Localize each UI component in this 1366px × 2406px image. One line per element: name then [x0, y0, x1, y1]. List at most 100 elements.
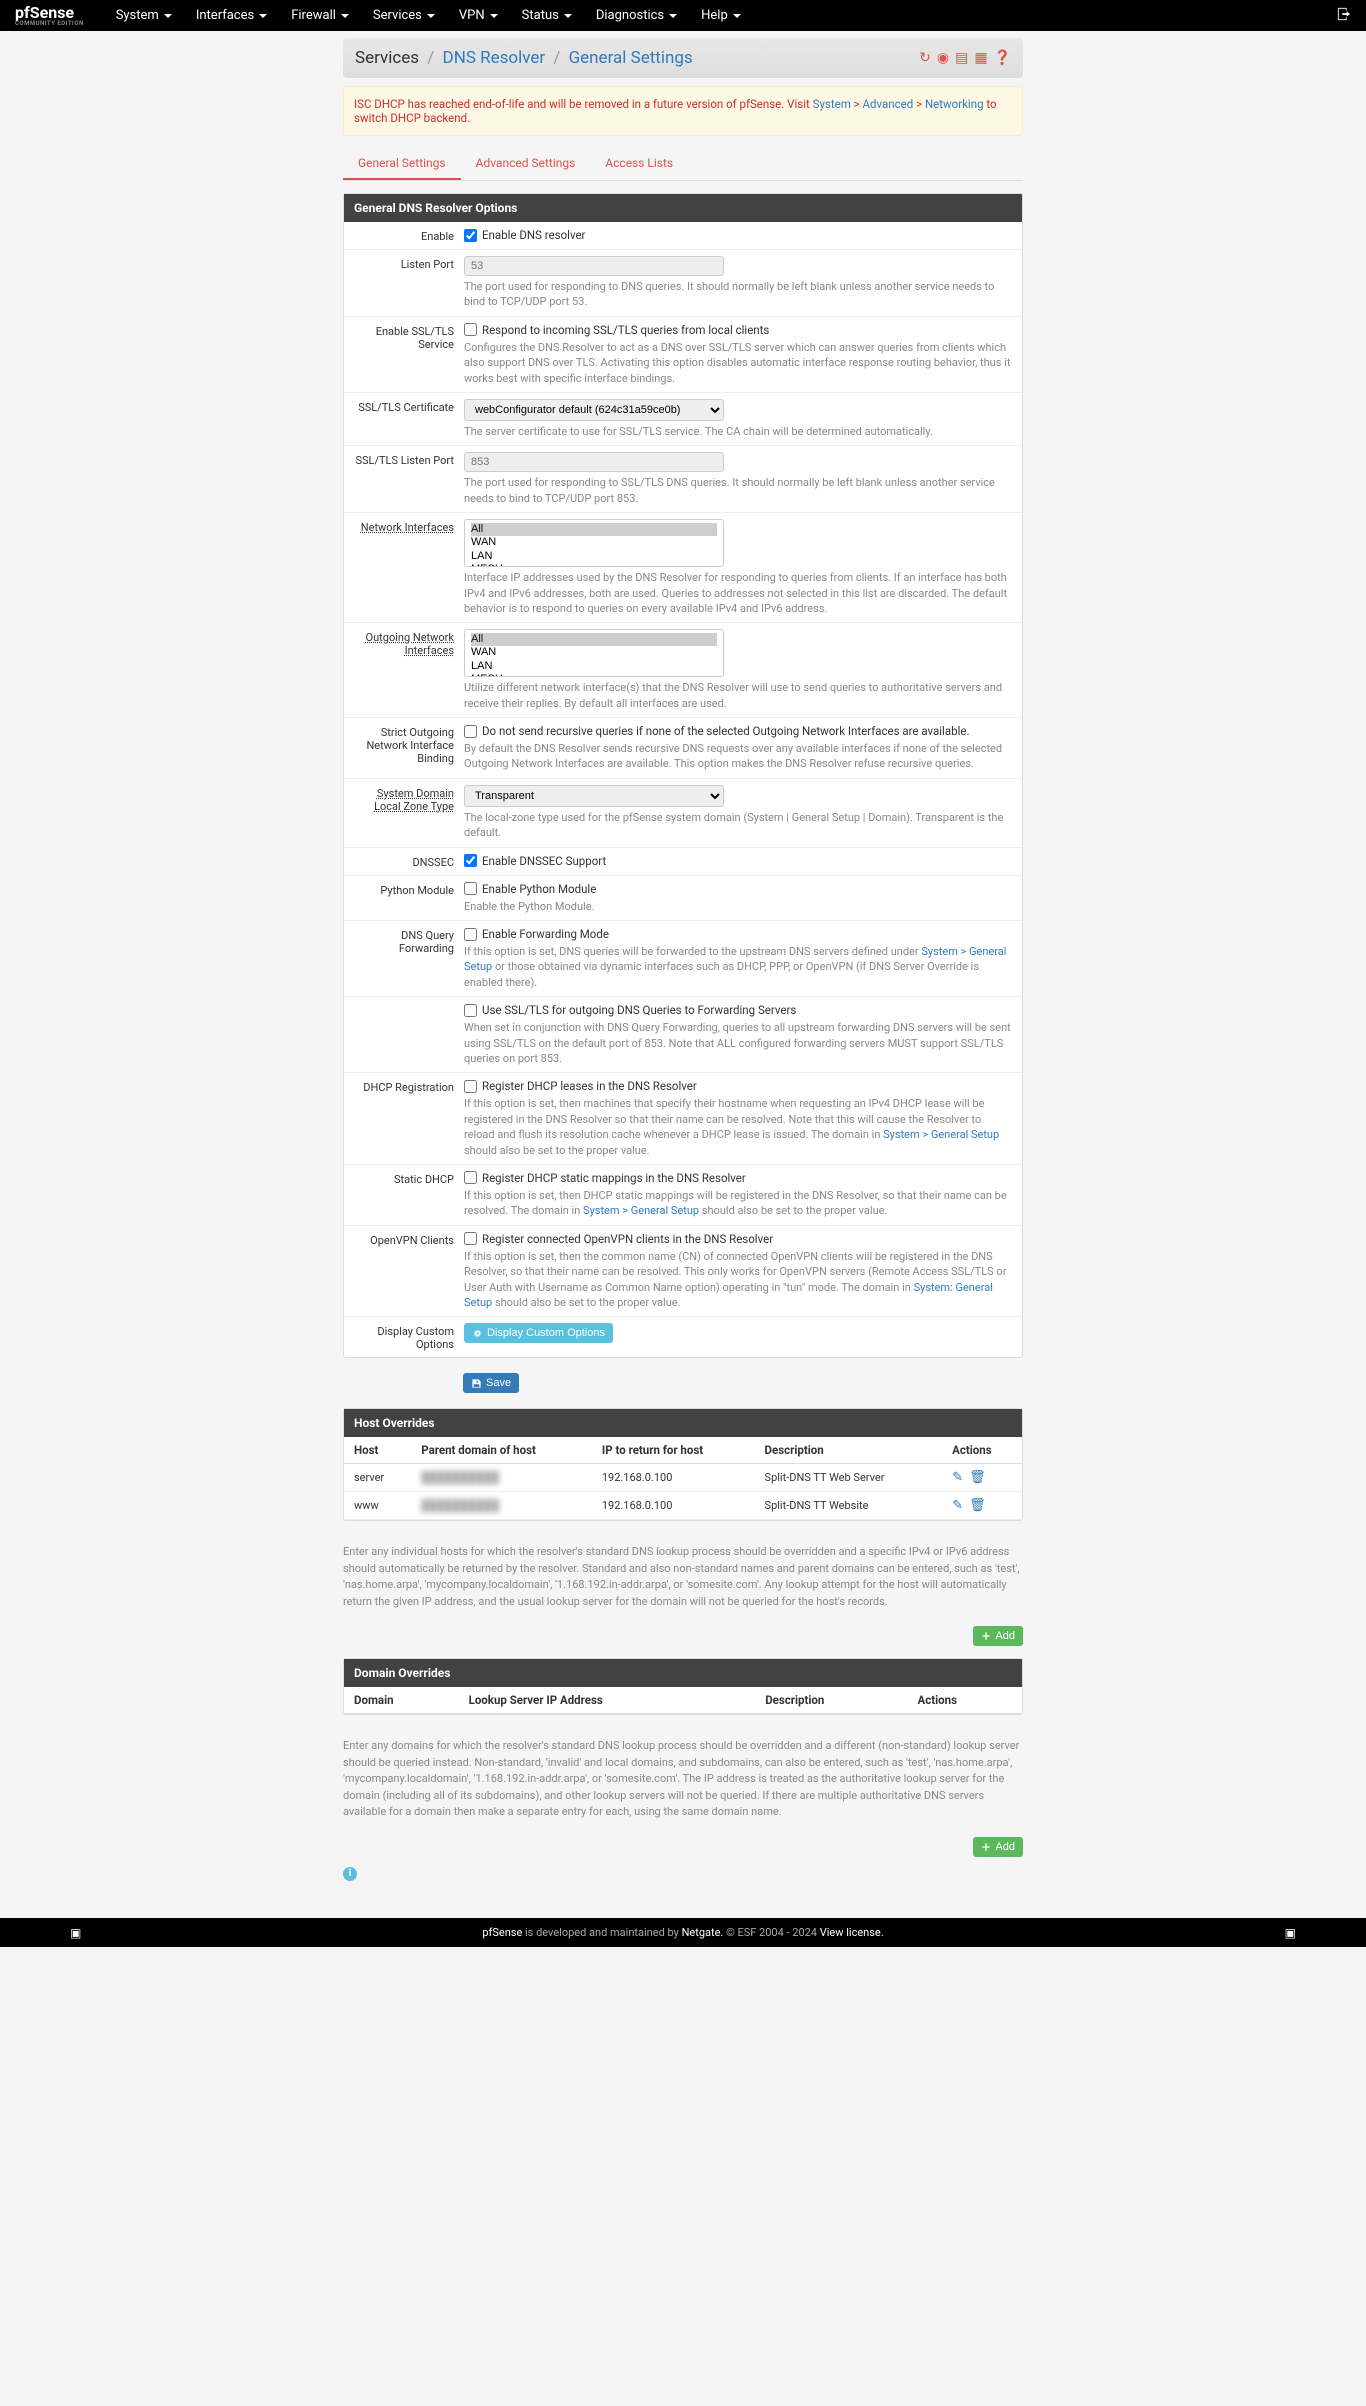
- label-python: Python Module: [354, 882, 464, 914]
- col-desc: Description: [755, 1437, 943, 1464]
- help-fwd-ssl: When set in conjunction with DNS Query F…: [464, 1020, 1012, 1066]
- logo-subtext: COMMUNITY EDITION: [15, 21, 84, 27]
- checkbox-forwarding[interactable]: [464, 928, 477, 941]
- add-host-button[interactable]: Add: [973, 1626, 1023, 1646]
- breadcrumb-general-settings[interactable]: General Settings: [569, 48, 693, 68]
- col-host: Host: [344, 1437, 411, 1464]
- alert-link-advanced[interactable]: Advanced: [863, 97, 914, 111]
- checkbox-enable[interactable]: [464, 229, 477, 242]
- help-icon[interactable]: ❓: [994, 50, 1011, 66]
- info-icon[interactable]: i: [343, 1867, 357, 1881]
- panel-header: General DNS Resolver Options: [344, 194, 1022, 222]
- tab-general-settings[interactable]: General Settings: [343, 148, 461, 180]
- help-cert: The server certificate to use for SSL/TL…: [464, 424, 1012, 439]
- plus-icon: [981, 1631, 991, 1641]
- panel-domain-overrides: Domain Overrides Domain Lookup Server IP…: [343, 1658, 1023, 1715]
- select-network-interfaces[interactable]: AllWANLANMESHCCTV: [464, 519, 724, 567]
- host-overrides-table: Host Parent domain of host IP to return …: [344, 1437, 1022, 1520]
- footer: ▣ pfSense is developed and maintained by…: [0, 1918, 1366, 1947]
- tab-access-lists[interactable]: Access Lists: [590, 148, 688, 180]
- logout-icon[interactable]: [1337, 7, 1351, 25]
- edit-icon[interactable]: ✎: [952, 1470, 963, 1485]
- nav-menu: SystemInterfacesFirewallServicesVPNStatu…: [104, 8, 1337, 23]
- status-icon[interactable]: ◉: [937, 50, 949, 66]
- display-custom-options-button[interactable]: Display Custom Options: [464, 1323, 613, 1343]
- nav-interfaces[interactable]: Interfaces: [184, 8, 279, 23]
- host-overrides-footer: Enter any individual hosts for which the…: [343, 1536, 1023, 1618]
- col-parent: Parent domain of host: [411, 1437, 592, 1464]
- col-actions-2: Actions: [908, 1687, 1022, 1714]
- table-row: server██████████192.168.0.100Split-DNS T…: [344, 1464, 1022, 1492]
- footer-netgate-link[interactable]: Netgate.: [682, 1926, 724, 1939]
- alert-link-networking[interactable]: Networking: [925, 97, 984, 111]
- alert-link-system[interactable]: System: [813, 97, 851, 111]
- breadcrumb: Services / DNS Resolver / General Settin…: [355, 48, 693, 68]
- help-net-if: Interface IP addresses used by the DNS R…: [464, 570, 1012, 616]
- checkbox-static-dhcp[interactable]: [464, 1171, 477, 1184]
- checkbox-fwd-ssl[interactable]: [464, 1004, 477, 1017]
- label-openvpn: OpenVPN Clients: [354, 1232, 464, 1311]
- checkbox-python[interactable]: [464, 882, 477, 895]
- label-ssl-service: Enable SSL/TLS Service: [354, 323, 464, 386]
- select-outgoing-interfaces[interactable]: AllWANLANMESHCCTV: [464, 629, 724, 677]
- label-outgoing-interfaces: Outgoing Network Interfaces: [354, 629, 464, 711]
- nav-firewall[interactable]: Firewall: [279, 8, 361, 23]
- footer-pfsense-link[interactable]: pfSense: [482, 1926, 522, 1939]
- input-ssl-port[interactable]: [464, 452, 724, 472]
- nav-services[interactable]: Services: [361, 8, 447, 23]
- label-enable: Enable: [354, 228, 464, 243]
- nav-diagnostics[interactable]: Diagnostics: [584, 8, 689, 23]
- tab-advanced-settings[interactable]: Advanced Settings: [461, 148, 591, 180]
- label-network-interfaces: Network Interfaces: [354, 519, 464, 616]
- help-ssl: Configures the DNS Resolver to act as a …: [464, 340, 1012, 386]
- col-lookup: Lookup Server IP Address: [459, 1687, 756, 1714]
- panel-general-options: General DNS Resolver Options Enable Enab…: [343, 193, 1023, 1358]
- related-icon[interactable]: ▦: [974, 50, 987, 66]
- label-dnssec: DNSSEC: [354, 854, 464, 869]
- help-ovpn: If this option is set, then the common n…: [464, 1249, 1012, 1311]
- breadcrumb-panel: Services / DNS Resolver / General Settin…: [343, 38, 1023, 78]
- checkbox-strict[interactable]: [464, 725, 477, 738]
- nav-status[interactable]: Status: [510, 8, 584, 23]
- save-button[interactable]: Save: [463, 1373, 519, 1393]
- footer-license-link[interactable]: View license.: [820, 1926, 884, 1939]
- table-row: www██████████192.168.0.100Split-DNS TT W…: [344, 1492, 1022, 1520]
- nav-help[interactable]: Help: [689, 8, 753, 23]
- breadcrumb-dns-resolver[interactable]: DNS Resolver: [443, 48, 546, 68]
- restart-icon[interactable]: ↻: [919, 50, 931, 66]
- help-out-if: Utilize different network interface(s) t…: [464, 680, 1012, 711]
- edit-icon[interactable]: ✎: [952, 1498, 963, 1513]
- label-ssl-port: SSL/TLS Listen Port: [354, 452, 464, 506]
- help-zone: The local-zone type used for the pfSense…: [464, 810, 1012, 841]
- nav-system[interactable]: System: [104, 8, 184, 23]
- log-icon[interactable]: ▤: [955, 50, 968, 66]
- add-domain-button[interactable]: Add: [973, 1837, 1023, 1857]
- col-ip: IP to return for host: [592, 1437, 755, 1464]
- trash-icon[interactable]: 🗑: [969, 1470, 986, 1485]
- checkbox-dnssec[interactable]: [464, 854, 477, 867]
- label-custom-options: Display Custom Options: [354, 1323, 464, 1351]
- trash-icon[interactable]: 🗑: [969, 1498, 986, 1513]
- checkbox-ssl-service[interactable]: [464, 323, 477, 336]
- help-listen-port: The port used for responding to DNS quer…: [464, 279, 1012, 310]
- label-dhcp-reg: DHCP Registration: [354, 1079, 464, 1158]
- plus-icon: [981, 1842, 991, 1852]
- checkbox-dhcp-reg[interactable]: [464, 1080, 477, 1093]
- link-system-general-2[interactable]: System > General Setup: [883, 1128, 999, 1141]
- alert-warning: ISC DHCP has reached end-of-life and wil…: [343, 86, 1023, 136]
- input-listen-port[interactable]: [464, 256, 724, 276]
- select-ssl-cert[interactable]: webConfigurator default (624c31a59ce0b): [464, 399, 724, 421]
- label-strict-outgoing: Strict Outgoing Network Interface Bindin…: [354, 724, 464, 772]
- checkbox-openvpn[interactable]: [464, 1232, 477, 1245]
- help-fwd: If this option is set, DNS queries will …: [464, 944, 1012, 990]
- select-zone-type[interactable]: Transparent: [464, 785, 724, 807]
- gear-icon: [472, 1328, 483, 1339]
- col-domain: Domain: [344, 1687, 459, 1714]
- breadcrumb-services[interactable]: Services: [355, 48, 419, 68]
- scroll-top-icon[interactable]: ▣: [70, 1926, 81, 1940]
- nav-vpn[interactable]: VPN: [447, 8, 510, 23]
- help-dhcp: If this option is set, then machines tha…: [464, 1096, 1012, 1158]
- col-actions: Actions: [942, 1437, 1022, 1464]
- scroll-top-icon-2[interactable]: ▣: [1285, 1926, 1296, 1940]
- link-system-general-3[interactable]: System > General Setup: [583, 1204, 699, 1217]
